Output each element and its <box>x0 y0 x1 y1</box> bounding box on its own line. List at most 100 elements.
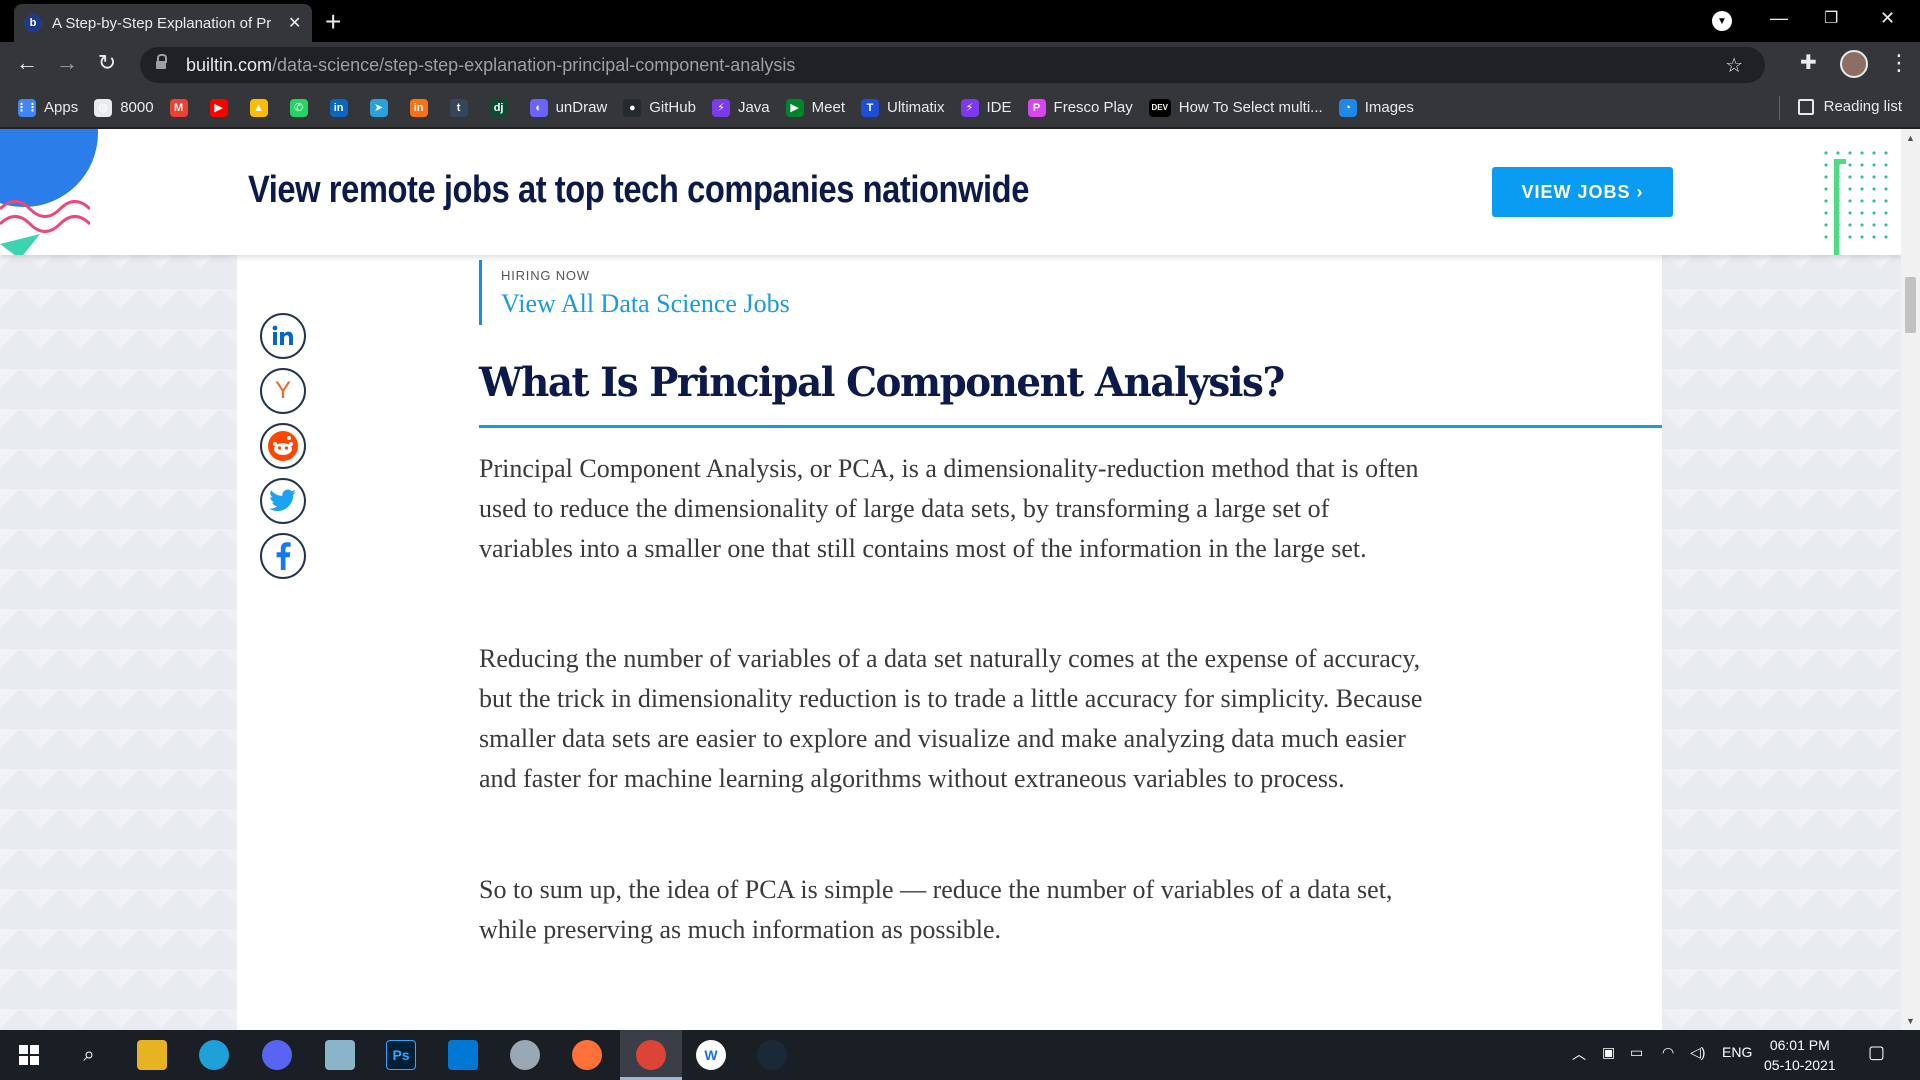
back-icon[interactable]: ← <box>12 50 42 76</box>
extensions-icon[interactable]: ✚ <box>1800 50 1817 75</box>
bookmark-java[interactable]: ⚡ Java <box>711 98 770 117</box>
new-tab-button[interactable]: + <box>325 6 341 38</box>
bookmark-undraw[interactable]: ◐ unDraw <box>529 98 608 117</box>
discord-icon[interactable] <box>262 1040 292 1070</box>
browser-tab-active[interactable]: b A Step-by-Step Explanation of Pr ✕ <box>14 4 312 42</box>
bookmark-youtube[interactable]: ▶ <box>209 98 228 117</box>
view-jobs-button[interactable]: VIEW JOBS › <box>1492 167 1673 217</box>
forward-icon[interactable]: → <box>52 50 82 76</box>
notepad-icon[interactable] <box>325 1040 355 1070</box>
telegram-icon: ➤ <box>369 98 388 117</box>
bookmark-in[interactable]: in <box>409 98 428 117</box>
share-linkedin-button[interactable] <box>260 313 306 359</box>
tray-overflow-icon[interactable]: ︿ <box>1572 1044 1586 1064</box>
bookmarks-bar: ⋮⋮ Apps ◍ 8000 M ▶ ▲ ✆ in ➤ in t dj ◐ unDraw ● GitHub ⚡ Ja… <box>0 88 1920 128</box>
bookmark-label: Images <box>1364 99 1414 116</box>
bookmark-gmail[interactable]: M <box>169 98 188 117</box>
bookmark-telegram[interactable]: ➤ <box>369 98 388 117</box>
language-indicator[interactable]: ENG <box>1722 1044 1752 1060</box>
clock-date: 05-10-2021 <box>1764 1057 1836 1073</box>
wifi-icon[interactable]: ◠ <box>1662 1044 1674 1061</box>
reading-list-label: Reading list <box>1823 98 1902 115</box>
bookmark-whatsapp[interactable]: ✆ <box>289 98 308 117</box>
bookmark-ide[interactable]: ⚡ IDE <box>960 98 1012 117</box>
menu-kebab-icon[interactable]: ⋮ <box>1888 50 1910 76</box>
lock-icon <box>156 54 167 71</box>
bolt-icon: ⚡ <box>711 98 730 117</box>
jobs-banner-ad[interactable]: View remote jobs at top tech companies n… <box>0 129 1901 255</box>
bookmark-8000[interactable]: ◍ 8000 <box>94 98 154 117</box>
word-icon[interactable]: W <box>696 1040 726 1070</box>
linkedin-icon: in <box>329 98 348 117</box>
vscode-icon[interactable] <box>448 1040 478 1070</box>
bookmark-label: 8000 <box>120 99 154 116</box>
share-facebook-button[interactable] <box>260 533 306 579</box>
site-favicon-icon: b <box>24 14 42 32</box>
bookmark-tumblr[interactable]: t <box>449 98 468 117</box>
bookmark-dj[interactable]: dj <box>489 98 508 117</box>
bookmark-label: unDraw <box>555 99 608 116</box>
clock-time: 06:01 PM <box>1769 1037 1830 1053</box>
bookmark-meet[interactable]: ▶ Meet <box>785 98 845 117</box>
bookmark-drive[interactable]: ▲ <box>249 98 268 117</box>
hacker-news-icon: Y <box>274 377 291 404</box>
article-paragraph: So to sum up, the idea of PCA is simple … <box>479 875 1393 944</box>
bookmark-label: IDE <box>986 99 1012 116</box>
twitter-icon <box>269 489 296 512</box>
youtube-icon: ▶ <box>209 98 228 117</box>
tab-close-icon[interactable]: ✕ <box>288 13 301 33</box>
meet-icon: ▶ <box>785 98 804 117</box>
hiring-label: HIRING NOW <box>501 268 590 283</box>
file-explorer-icon[interactable] <box>137 1040 167 1070</box>
drive-icon: ▲ <box>249 98 268 117</box>
share-hacker-news-button[interactable]: Y <box>260 368 306 414</box>
scrollbar-thumb[interactable] <box>1905 277 1916 333</box>
tumblr-icon: t <box>449 98 468 117</box>
profile-avatar[interactable] <box>1840 50 1868 78</box>
address-bar[interactable]: builtin.com/data-science/step-step-expla… <box>140 47 1765 83</box>
bookmark-ultimatix[interactable]: T Ultimatix <box>861 98 945 117</box>
windows-start-icon[interactable] <box>14 1040 44 1070</box>
share-twitter-button[interactable] <box>260 478 306 524</box>
minimize-window-icon[interactable]: — <box>1770 8 1788 29</box>
bookmark-how-to-select-multi[interactable]: DEV How To Select multi... <box>1148 98 1323 117</box>
dev-icon: DEV <box>1148 98 1171 117</box>
reading-list-button[interactable]: Reading list <box>1797 98 1902 115</box>
photoshop-icon[interactable]: Ps <box>386 1040 416 1070</box>
bookmark-images[interactable]: ◔ Images <box>1338 98 1414 117</box>
view-all-jobs-link[interactable]: View All Data Science Jobs <box>501 289 790 319</box>
reload-icon[interactable]: ↻ <box>92 50 122 76</box>
close-window-icon[interactable]: ✕ <box>1880 8 1895 29</box>
media-control-icon[interactable]: ▼ <box>1712 11 1732 31</box>
battery-icon[interactable]: ▭ <box>1630 1044 1643 1061</box>
share-reddit-button[interactable] <box>260 423 306 469</box>
search-icon[interactable]: ⌕ <box>74 1040 104 1070</box>
steam-icon[interactable] <box>757 1040 787 1070</box>
bookmark-github[interactable]: ● GitHub <box>623 98 696 117</box>
article-body: HIRING NOW View All Data Science Jobs Wh… <box>237 255 1662 1030</box>
article-heading: What Is Principal Component Analysis? <box>479 359 1285 406</box>
firefox-icon[interactable] <box>572 1040 602 1070</box>
scroll-up-icon[interactable]: ▲ <box>1906 133 1915 143</box>
bookmark-star-icon[interactable]: ☆ <box>1725 53 1743 78</box>
windows-taskbar: ⌕ Ps W ︿ ▣ ▭ ◠ ◁) ENG 06:01 PM 05-10-202… <box>0 1030 1920 1080</box>
chrome-icon[interactable] <box>636 1040 666 1070</box>
notifications-icon[interactable]: ▢ <box>1868 1042 1885 1063</box>
bookmark-linkedin[interactable]: in <box>329 98 348 117</box>
bookmark-apps[interactable]: ⋮⋮ Apps <box>16 98 78 117</box>
volume-icon[interactable]: ◁) <box>1690 1044 1705 1061</box>
system-clock[interactable]: 06:01 PM 05-10-2021 <box>1764 1035 1836 1075</box>
bookmark-label: GitHub <box>649 99 696 116</box>
bookmark-fresco-play[interactable]: P Fresco Play <box>1027 98 1133 117</box>
scroll-down-icon[interactable]: ▼ <box>1906 1016 1915 1026</box>
meet-now-icon[interactable]: ▣ <box>1602 1044 1615 1061</box>
images-icon: ◔ <box>1338 98 1357 117</box>
heading-divider <box>479 425 1662 428</box>
paint-icon[interactable] <box>510 1040 540 1070</box>
page-scrollbar[interactable]: ▲ ▼ <box>1901 129 1920 1030</box>
browser-toolbar: ← → ↻ builtin.com/data-science/step-step… <box>0 42 1920 88</box>
edge-icon[interactable] <box>199 1040 229 1070</box>
bookmark-label: Fresco Play <box>1053 99 1133 116</box>
decorative-bracket <box>1834 159 1846 255</box>
restore-window-icon[interactable]: ❐ <box>1824 8 1838 28</box>
